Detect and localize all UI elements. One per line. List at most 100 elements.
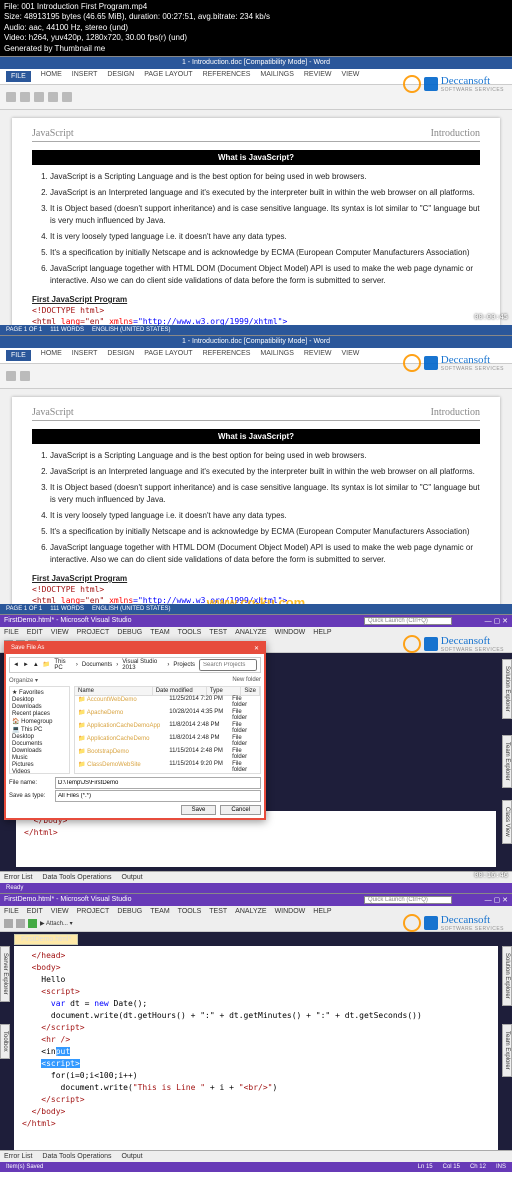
tree-item[interactable]: Downloads [12,748,67,755]
nav-up-icon[interactable]: ▲ [33,662,39,668]
back-icon-4[interactable] [4,919,13,928]
file-row[interactable]: 📁 ApacheDemo10/28/2014 4:35 PMFile folde… [75,709,260,722]
menu-help[interactable]: HELP [313,629,331,636]
side-toolbox[interactable]: Toolbox [0,1024,10,1059]
dialog-close-icon[interactable]: ✕ [254,645,259,652]
window-controls-4[interactable]: — ▢ ✕ [485,896,508,904]
tab-output-4[interactable]: Output [122,1153,143,1160]
menu-edit[interactable]: EDIT [27,629,43,636]
filename-input[interactable] [55,777,261,789]
menu-test[interactable]: TEST [209,629,227,636]
tab-design-2[interactable]: DESIGN [107,350,134,361]
tab-view[interactable]: VIEW [341,71,359,82]
m4-team[interactable]: TEAM [150,908,169,915]
tab-file[interactable]: FILE [6,71,31,82]
nav-fwd-icon[interactable]: ► [23,662,29,668]
tree-item[interactable]: ★ Favorites [12,689,67,697]
side-solution-explorer-4[interactable]: Solution Explorer [502,946,512,1006]
tab-datatools-4[interactable]: Data Tools Operations [42,1153,111,1160]
start-icon[interactable] [28,919,37,928]
tab-insert[interactable]: INSERT [72,71,98,82]
editor-tab[interactable]: FirstDemo.html* [14,934,78,945]
paste-icon[interactable] [6,92,16,102]
tab-review[interactable]: REVIEW [304,71,332,82]
crumb-1[interactable]: Documents [82,662,112,668]
tab-insert-2[interactable]: INSERT [72,350,98,361]
crumb-3[interactable]: Projects [173,662,195,668]
col-size[interactable]: Size [241,687,260,695]
m4-file[interactable]: FILE [4,908,19,915]
m4-tools[interactable]: TOOLS [178,908,202,915]
col-name[interactable]: Name [75,687,153,695]
side-team-explorer-4[interactable]: Team Explorer [502,1024,512,1077]
m4-debug[interactable]: DEBUG [117,908,142,915]
menu-tools[interactable]: TOOLS [178,629,202,636]
col-type[interactable]: Type [207,687,242,695]
breadcrumb-path[interactable]: ◄ ► ▲ 📁 This PC› Documents› Visual Studi… [9,657,261,673]
tree-item[interactable]: Music [12,755,67,762]
menu-file[interactable]: FILE [4,629,19,636]
file-row[interactable]: 📁 ApplicationCacheDemoApp11/8/2014 2:48 … [75,722,260,735]
organize-button[interactable]: Organize ▾ [9,677,38,684]
file-list[interactable]: Name Date modified Type Size 📁 AccountWe… [74,686,261,774]
tree-item[interactable]: Desktop [12,734,67,741]
italic-icon[interactable] [62,92,72,102]
tab-view-2[interactable]: VIEW [341,350,359,361]
m4-window[interactable]: WINDOW [275,908,306,915]
window-controls[interactable]: — ▢ ✕ [485,617,508,625]
file-row[interactable]: 📁 ClassDemoWebSite11/15/2014 9:20 PMFile… [75,761,260,774]
tab-mailings[interactable]: MAILINGS [260,71,293,82]
cancel-button[interactable]: Cancel [220,805,261,815]
menu-window[interactable]: WINDOW [275,629,306,636]
tree-item[interactable]: 💻 This PC [12,726,67,734]
save-icon-4[interactable] [16,919,25,928]
tree-item[interactable]: Pictures [12,762,67,769]
nav-back-icon[interactable]: ◄ [13,662,19,668]
m4-view[interactable]: VIEW [51,908,69,915]
side-class-view[interactable]: Class View [502,800,512,844]
tab-pagelayout[interactable]: PAGE LAYOUT [144,71,192,82]
tab-home[interactable]: HOME [41,71,62,82]
crumb-2[interactable]: Visual Studio 2013 [122,659,163,671]
quick-launch[interactable]: Quick Launch (Ctrl+Q) [364,617,452,625]
side-team-explorer[interactable]: Team Explorer [502,735,512,788]
tab-references[interactable]: REFERENCES [203,71,251,82]
bold-icon-2[interactable] [20,371,30,381]
menu-view[interactable]: VIEW [51,629,69,636]
tab-pagelayout-2[interactable]: PAGE LAYOUT [144,350,192,361]
savetype-select[interactable] [55,790,261,802]
m4-help[interactable]: HELP [313,908,331,915]
side-solution-explorer[interactable]: Solution Explorer [502,659,512,719]
m4-edit[interactable]: EDIT [27,908,43,915]
tab-output[interactable]: Output [122,874,143,881]
tab-references-2[interactable]: REFERENCES [203,350,251,361]
paste-icon-2[interactable] [6,371,16,381]
save-button[interactable]: Save [181,805,217,815]
copy-icon[interactable] [34,92,44,102]
tab-mailings-2[interactable]: MAILINGS [260,350,293,361]
m4-project[interactable]: PROJECT [77,908,110,915]
menu-project[interactable]: PROJECT [77,629,110,636]
menu-analyze[interactable]: ANALYZE [235,629,266,636]
tab-datatools[interactable]: Data Tools Operations [42,874,111,881]
tab-file-2[interactable]: FILE [6,350,31,361]
tab-errorlist-4[interactable]: Error List [4,1153,32,1160]
bold-icon[interactable] [48,92,58,102]
code-editor-4[interactable]: </head> <body> Hello <script> var dt = n… [14,946,498,1150]
m4-test[interactable]: TEST [209,908,227,915]
tree-item[interactable]: Documents [12,741,67,748]
menu-team[interactable]: TEAM [150,629,169,636]
col-date[interactable]: Date modified [153,687,207,695]
tree-item[interactable]: Recent places [12,711,67,718]
crumb-0[interactable]: This PC [54,659,72,671]
dialog-search-input[interactable] [199,659,257,671]
tree-item[interactable]: Desktop [12,697,67,704]
tree-item[interactable]: Downloads [12,704,67,711]
side-server-explorer[interactable]: Server Explorer [0,946,10,1002]
cut-icon[interactable] [20,92,30,102]
file-list-header[interactable]: Name Date modified Type Size [75,687,260,696]
vs-bottom-tabs[interactable]: Error List Data Tools Operations Output [0,871,512,883]
tab-errorlist[interactable]: Error List [4,874,32,881]
quick-launch-4[interactable]: Quick Launch (Ctrl+Q) [364,896,452,904]
tree-item[interactable]: 🏠 Homegroup [12,718,67,726]
